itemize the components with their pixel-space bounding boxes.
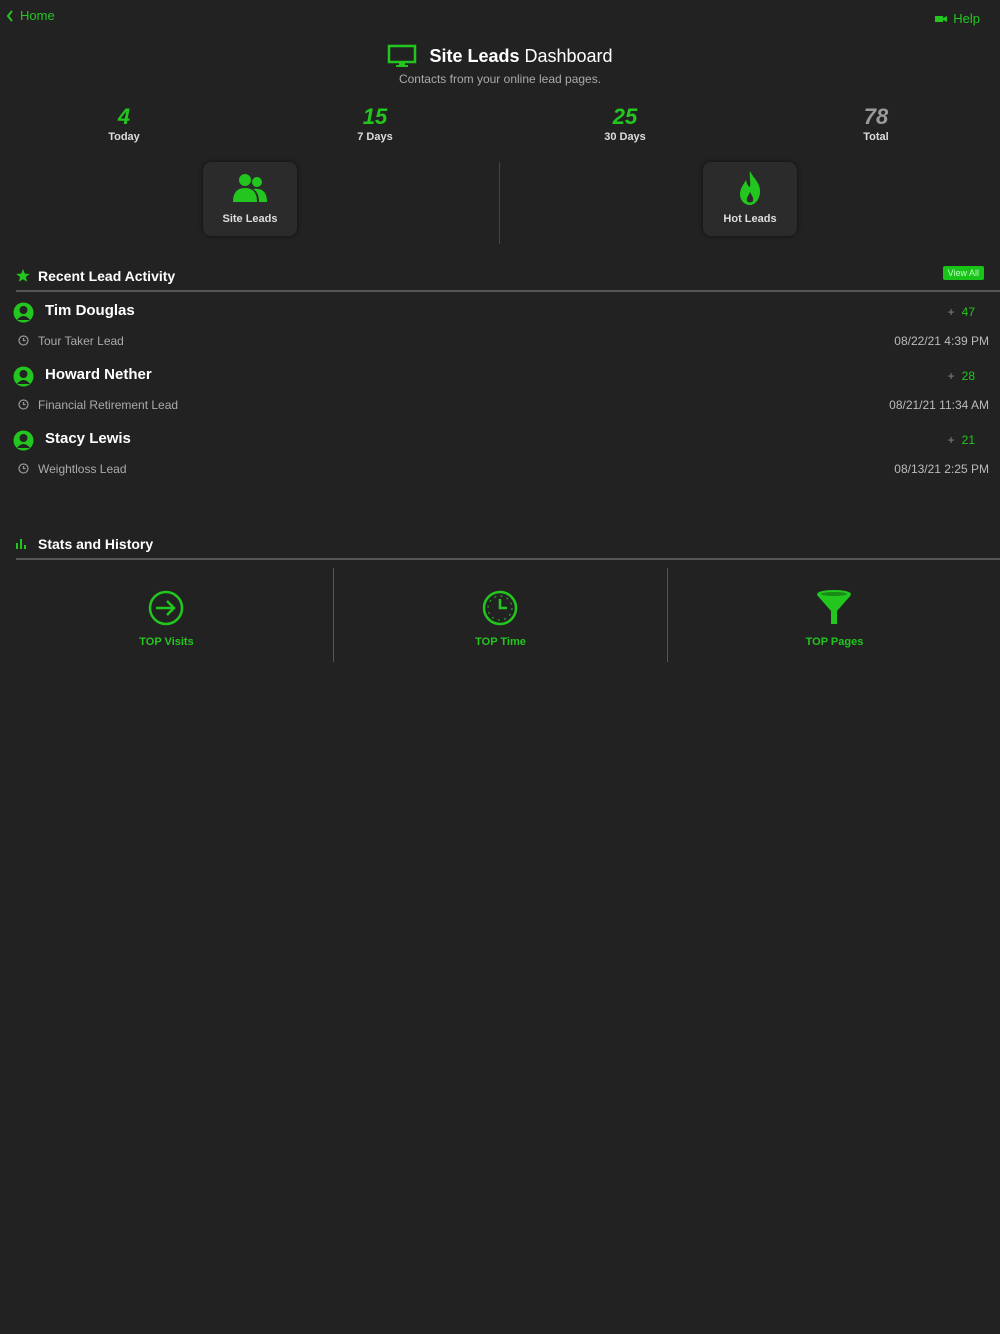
stat-30-days: 25 30 Days <box>565 104 685 143</box>
tile-divider <box>499 162 500 244</box>
stat-total: 78 Total <box>816 104 936 143</box>
history-label: TOP Pages <box>805 636 864 648</box>
stat-label: 7 Days <box>357 131 393 143</box>
monitor-icon <box>388 44 417 67</box>
funnel-icon <box>817 590 851 624</box>
page-title-rest: Dashboard <box>519 45 613 66</box>
home-label: Home <box>20 8 55 23</box>
top-visits-button[interactable]: TOP Visits <box>0 568 333 662</box>
lead-type: Financial Retirement Lead <box>38 398 179 412</box>
clock-icon <box>482 590 518 626</box>
lead-name[interactable]: Howard Nether <box>45 366 152 383</box>
section-title: Stats and History <box>38 536 154 552</box>
site-leads-button[interactable]: Site Leads <box>203 162 297 236</box>
stat-label: Today <box>108 131 140 143</box>
enter-arrow-icon <box>148 590 184 626</box>
lead-name[interactable]: Stacy Lewis <box>45 430 131 447</box>
history-label: TOP Time <box>475 636 526 648</box>
stat-value: 15 <box>362 104 388 129</box>
help-link[interactable]: Help <box>935 11 980 26</box>
stat-value: 78 <box>863 104 889 129</box>
stat-label: 30 Days <box>604 131 646 143</box>
chevron-left-icon <box>6 9 13 22</box>
lead-date: 08/21/21 11:34 AM <box>889 398 989 412</box>
top-pages-button[interactable]: TOP Pages <box>668 568 1000 662</box>
page-title-bold: Site Leads <box>429 45 520 66</box>
tile-label: Site Leads <box>222 213 278 225</box>
lead-type: Weightloss Lead <box>38 462 127 476</box>
avatar-icon <box>13 302 34 323</box>
page-subtitle: Contacts from your online lead pages. <box>398 72 602 86</box>
lead-score: +21 <box>948 433 975 447</box>
lead-date: 08/13/21 2:25 PM <box>894 462 989 476</box>
lead-date: 08/22/21 4:39 PM <box>894 334 989 348</box>
stat-label: Total <box>863 131 889 143</box>
top-time-button[interactable]: TOP Time <box>334 568 667 662</box>
bar-chart-icon <box>16 539 26 549</box>
lead-score: +28 <box>948 369 975 383</box>
top-nav-bar: Home Help <box>0 0 1000 34</box>
stats-history-header: Stats and History <box>16 534 1000 560</box>
clock-icon <box>18 399 29 410</box>
history-label: TOP Visits <box>139 636 194 648</box>
score-value: 47 <box>961 305 975 319</box>
stat-today: 4 Today <box>64 104 184 143</box>
stat-7-days: 15 7 Days <box>315 104 435 143</box>
lead-score: +47 <box>948 305 975 319</box>
lead-count-stats: 4 Today 15 7 Days 25 30 Days 78 Total <box>0 104 1000 148</box>
clock-icon <box>18 335 29 346</box>
lead-row[interactable]: Tim Douglas +47 Tour Taker Lead 08/22/21… <box>0 302 1000 362</box>
help-label: Help <box>953 11 980 26</box>
lead-type: Tour Taker Lead <box>38 334 124 348</box>
stat-value: 4 <box>117 104 131 129</box>
view-all-button[interactable]: View All <box>942 266 984 280</box>
plus-sign: + <box>947 433 955 447</box>
page-header: Site Leads Dashboard Contacts from your … <box>0 44 1000 86</box>
lead-row[interactable]: Stacy Lewis +21 Weightloss Lead 08/13/21… <box>0 430 1000 490</box>
plus-sign: + <box>947 369 955 383</box>
avatar-icon <box>13 366 34 387</box>
video-camera-icon <box>935 15 948 22</box>
lead-row[interactable]: Howard Nether +28 Financial Retirement L… <box>0 366 1000 426</box>
clock-icon <box>18 463 29 474</box>
stat-value: 25 <box>612 104 638 129</box>
tile-label: Hot Leads <box>723 213 777 225</box>
star-icon <box>16 269 30 282</box>
hot-leads-button[interactable]: Hot Leads <box>703 162 797 236</box>
users-icon <box>233 174 267 202</box>
page-title: Site Leads Dashboard <box>429 46 612 67</box>
avatar-icon <box>13 430 34 451</box>
flame-icon <box>740 171 761 205</box>
section-title: Recent Lead Activity <box>38 268 176 284</box>
lead-name[interactable]: Tim Douglas <box>45 302 135 319</box>
plus-sign: + <box>947 305 955 319</box>
score-value: 28 <box>961 369 975 383</box>
recent-activity-header: Recent Lead Activity View All <box>16 266 1000 292</box>
home-link[interactable]: Home <box>6 8 55 23</box>
score-value: 21 <box>961 433 975 447</box>
